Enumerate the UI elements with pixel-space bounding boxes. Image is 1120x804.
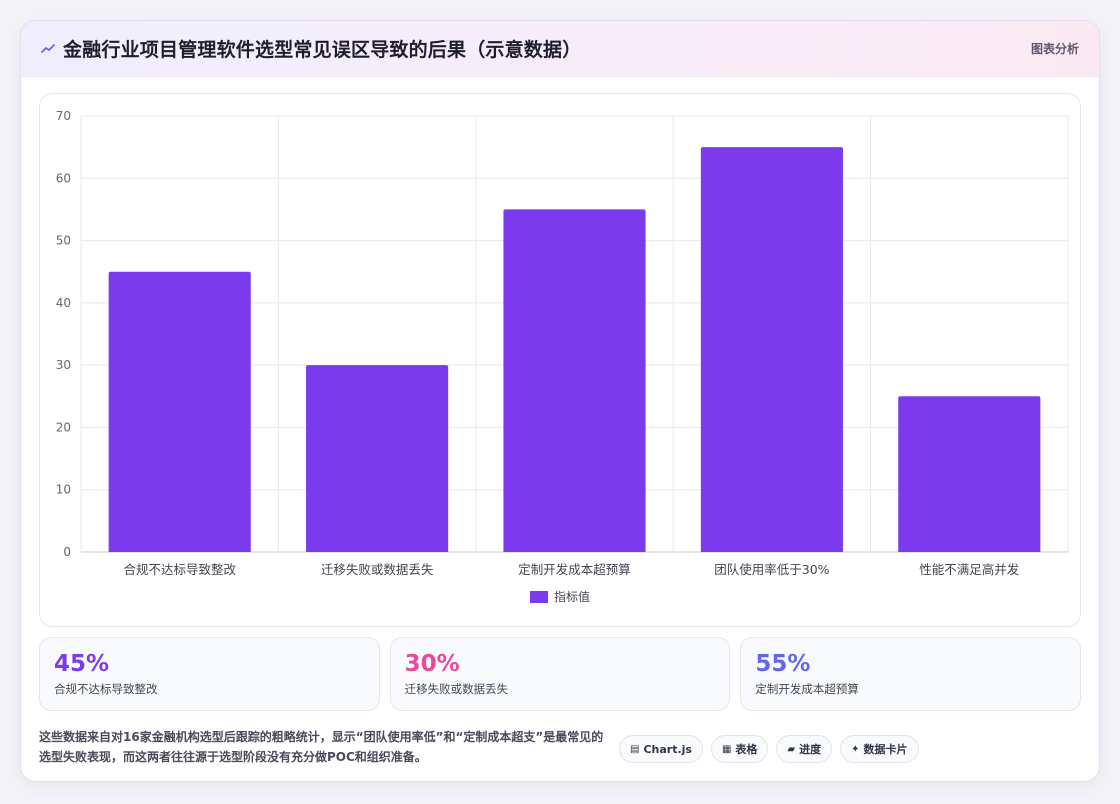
feature-pills: ▤ Chart.js ▦ 表格 ▰ 进度 ✦ 数据卡片 [619,735,919,763]
pill-label: 表格 [735,743,758,756]
y-tick-label: 40 [56,296,71,310]
stat-label: 迁移失败或数据丢失 [404,682,509,696]
stat-label: 定制开发成本超预算 [755,682,859,696]
stat-value: 30% [404,651,460,677]
pill-progress[interactable]: ▰ 进度 [776,735,833,763]
card-header: 金融行业项目管理软件选型常见误区导致的后果（示意数据） 图表分析 [21,21,1099,77]
footer-note: 这些数据来自对16家金融机构选型后跟踪的粗略统计，显示“团队使用率低”和“定制成… [39,730,604,764]
legend-swatch [530,591,548,603]
x-tick-label: 定制开发成本超预算 [518,562,631,577]
bar-chart: 0 10 20 30 40 50 60 70 合规不达标导致整改 迁移失败或数据丢失 定制开发成本超… [39,93,1081,627]
y-tick-label: 70 [56,109,71,123]
pill-chartjs[interactable]: ▤ Chart.js [619,735,703,763]
y-tick-label: 0 [63,545,71,559]
stat-value: 45% [54,651,110,677]
stat-cards: 45% 合规不达标导致整改 30% 迁移失败或数据丢失 55% 定制开发成本超预… [39,637,1082,711]
bar [700,147,843,552]
y-tick-label: 10 [56,483,71,497]
y-tick-label: 60 [56,171,71,185]
chart-icon: ▤ [630,743,640,755]
stat-value: 55% [755,651,811,677]
y-tick-label: 20 [56,420,71,434]
stat-card: 30% 迁移失败或数据丢失 [389,637,731,711]
x-tick-label: 性能不满足高并发 [919,562,1020,577]
page-title: 金融行业项目管理软件选型常见误区导致的后果（示意数据） [63,39,582,61]
bar [108,271,251,552]
card-icon: ✦ [851,743,860,755]
chart-trend-icon [41,42,55,56]
footer: 这些数据来自对16家金融机构选型后跟踪的粗略统计，显示“团队使用率低”和“定制成… [39,727,1081,771]
bar [898,396,1041,552]
progress-icon: ▰ [787,743,796,755]
y-tick-label: 50 [56,234,71,248]
table-icon: ▦ [721,743,732,755]
pill-label: 数据卡片 [863,743,908,756]
y-tick-label: 30 [56,358,71,372]
legend-label: 指标值 [554,589,590,604]
pill-label: Chart.js [643,742,692,756]
bar-chart-svg: 0 10 20 30 40 50 60 70 合规不达标导致整改 迁移失败或数据丢失 定制开发成本超… [56,109,1069,604]
x-tick-label: 合规不达标导致整改 [123,562,236,577]
x-tick-label: 团队使用率低于30% [714,562,829,577]
stat-card: 55% 定制开发成本超预算 [740,637,1082,711]
x-tick-label: 迁移失败或数据丢失 [321,562,434,577]
chart-analysis-tag: 图表分析 [1030,42,1079,56]
pill-label: 进度 [799,743,822,756]
stat-label: 合规不达标导致整改 [54,682,158,696]
pill-data-card[interactable]: ✦ 数据卡片 [840,735,919,763]
bar [503,209,646,552]
stat-card: 45% 合规不达标导致整改 [39,637,380,711]
bar [306,365,449,552]
pill-table[interactable]: ▦ 表格 [710,735,769,763]
chart-card: 金融行业项目管理软件选型常见误区导致的后果（示意数据） 图表分析 0 10 20 30… [20,20,1100,782]
